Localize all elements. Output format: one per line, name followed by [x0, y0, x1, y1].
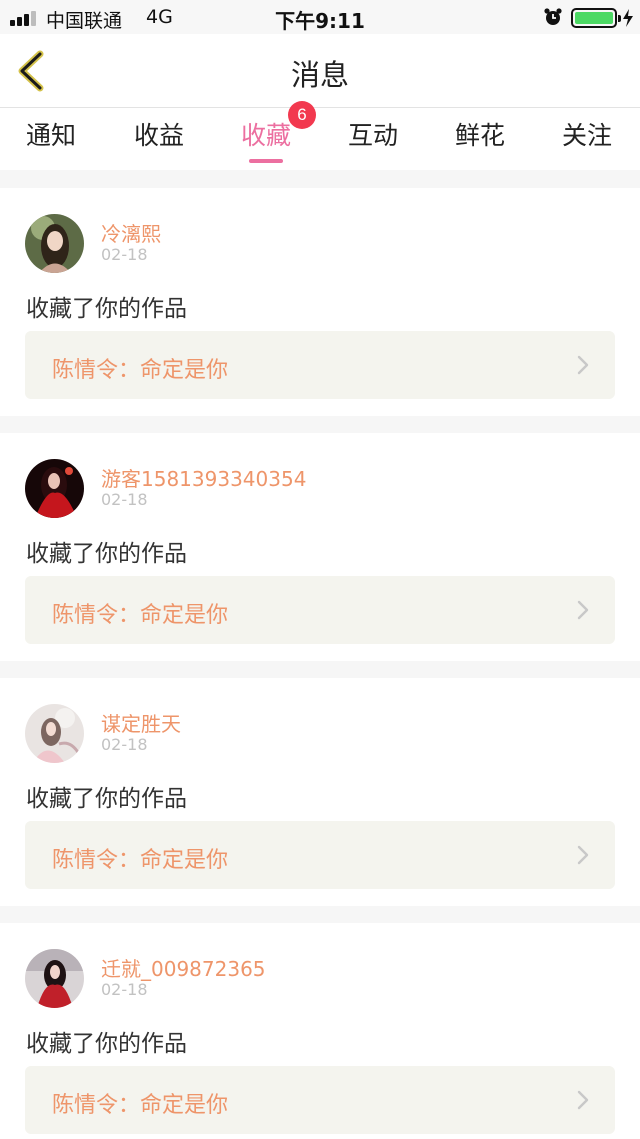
active-tab-indicator	[249, 159, 283, 163]
timestamp: 02-18	[101, 245, 148, 264]
chevron-right-icon	[577, 355, 589, 375]
tab-flowers[interactable]: 鲜花	[435, 116, 525, 168]
timestamp: 02-18	[101, 735, 148, 754]
chevron-right-icon	[577, 600, 589, 620]
tab-label: 互动	[347, 121, 398, 150]
activity-text: 收藏了你的作品	[26, 1031, 187, 1057]
username[interactable]: 冷漓熙	[101, 218, 161, 247]
activity-text: 收藏了你的作品	[26, 786, 187, 812]
chevron-right-icon	[577, 1090, 589, 1110]
feed-card: 谋定胜天 02-18 收藏了你的作品 陈情令：命定是你	[0, 678, 640, 906]
work-title: 陈情令：命定是你	[52, 848, 229, 873]
page-title: 消息	[290, 58, 349, 92]
work-link[interactable]: 陈情令：命定是你	[25, 821, 615, 889]
work-link[interactable]: 陈情令：命定是你	[25, 331, 615, 399]
tab-bar: 通知 收益 收藏 互动 鲜花 关注	[0, 108, 640, 170]
status-bar: 中国联通 4G 下午9:11	[0, 0, 640, 34]
chevron-right-icon	[577, 845, 589, 865]
tab-label: 收益	[133, 121, 184, 150]
alarm-clock-icon	[544, 8, 562, 25]
battery-icon	[571, 8, 621, 28]
unread-count-badge: 6	[288, 101, 316, 129]
avatar[interactable]	[25, 949, 84, 1008]
feed-card: 游客1581393340354 02-18 收藏了你的作品 陈情令：命定是你	[0, 433, 640, 661]
work-link[interactable]: 陈情令：命定是你	[25, 576, 615, 644]
tab-label: 通知	[25, 121, 76, 150]
tab-earnings[interactable]: 收益	[114, 116, 204, 168]
feed-card: 迁就_009872365 02-18 收藏了你的作品 陈情令：命定是你	[0, 923, 640, 1139]
avatar[interactable]	[25, 214, 84, 273]
avatar[interactable]	[25, 704, 84, 763]
tab-label: 鲜花	[454, 121, 505, 150]
nav-bar: 消息	[0, 34, 640, 108]
username[interactable]: 谋定胜天	[101, 708, 181, 737]
charging-bolt-icon	[623, 9, 633, 27]
work-title: 陈情令：命定是你	[52, 1093, 229, 1118]
username[interactable]: 游客1581393340354	[101, 463, 306, 492]
activity-text: 收藏了你的作品	[26, 541, 187, 567]
work-title: 陈情令：命定是你	[52, 603, 229, 628]
avatar[interactable]	[25, 459, 84, 518]
tab-notifications[interactable]: 通知	[6, 116, 96, 168]
timestamp: 02-18	[101, 980, 148, 999]
tab-interactions[interactable]: 互动	[328, 116, 418, 168]
favorites-feed: 冷漓熙 02-18 收藏了你的作品 陈情令：命定是你 游客15813933403…	[0, 170, 640, 1139]
work-link[interactable]: 陈情令：命定是你	[25, 1066, 615, 1134]
username[interactable]: 迁就_009872365	[101, 953, 266, 982]
tab-label: 收藏	[240, 121, 291, 150]
tab-label: 关注	[561, 121, 612, 150]
tab-follows[interactable]: 关注	[542, 116, 632, 168]
work-title: 陈情令：命定是你	[52, 358, 229, 383]
activity-text: 收藏了你的作品	[26, 296, 187, 322]
timestamp: 02-18	[101, 490, 148, 509]
feed-card: 冷漓熙 02-18 收藏了你的作品 陈情令：命定是你	[0, 188, 640, 416]
